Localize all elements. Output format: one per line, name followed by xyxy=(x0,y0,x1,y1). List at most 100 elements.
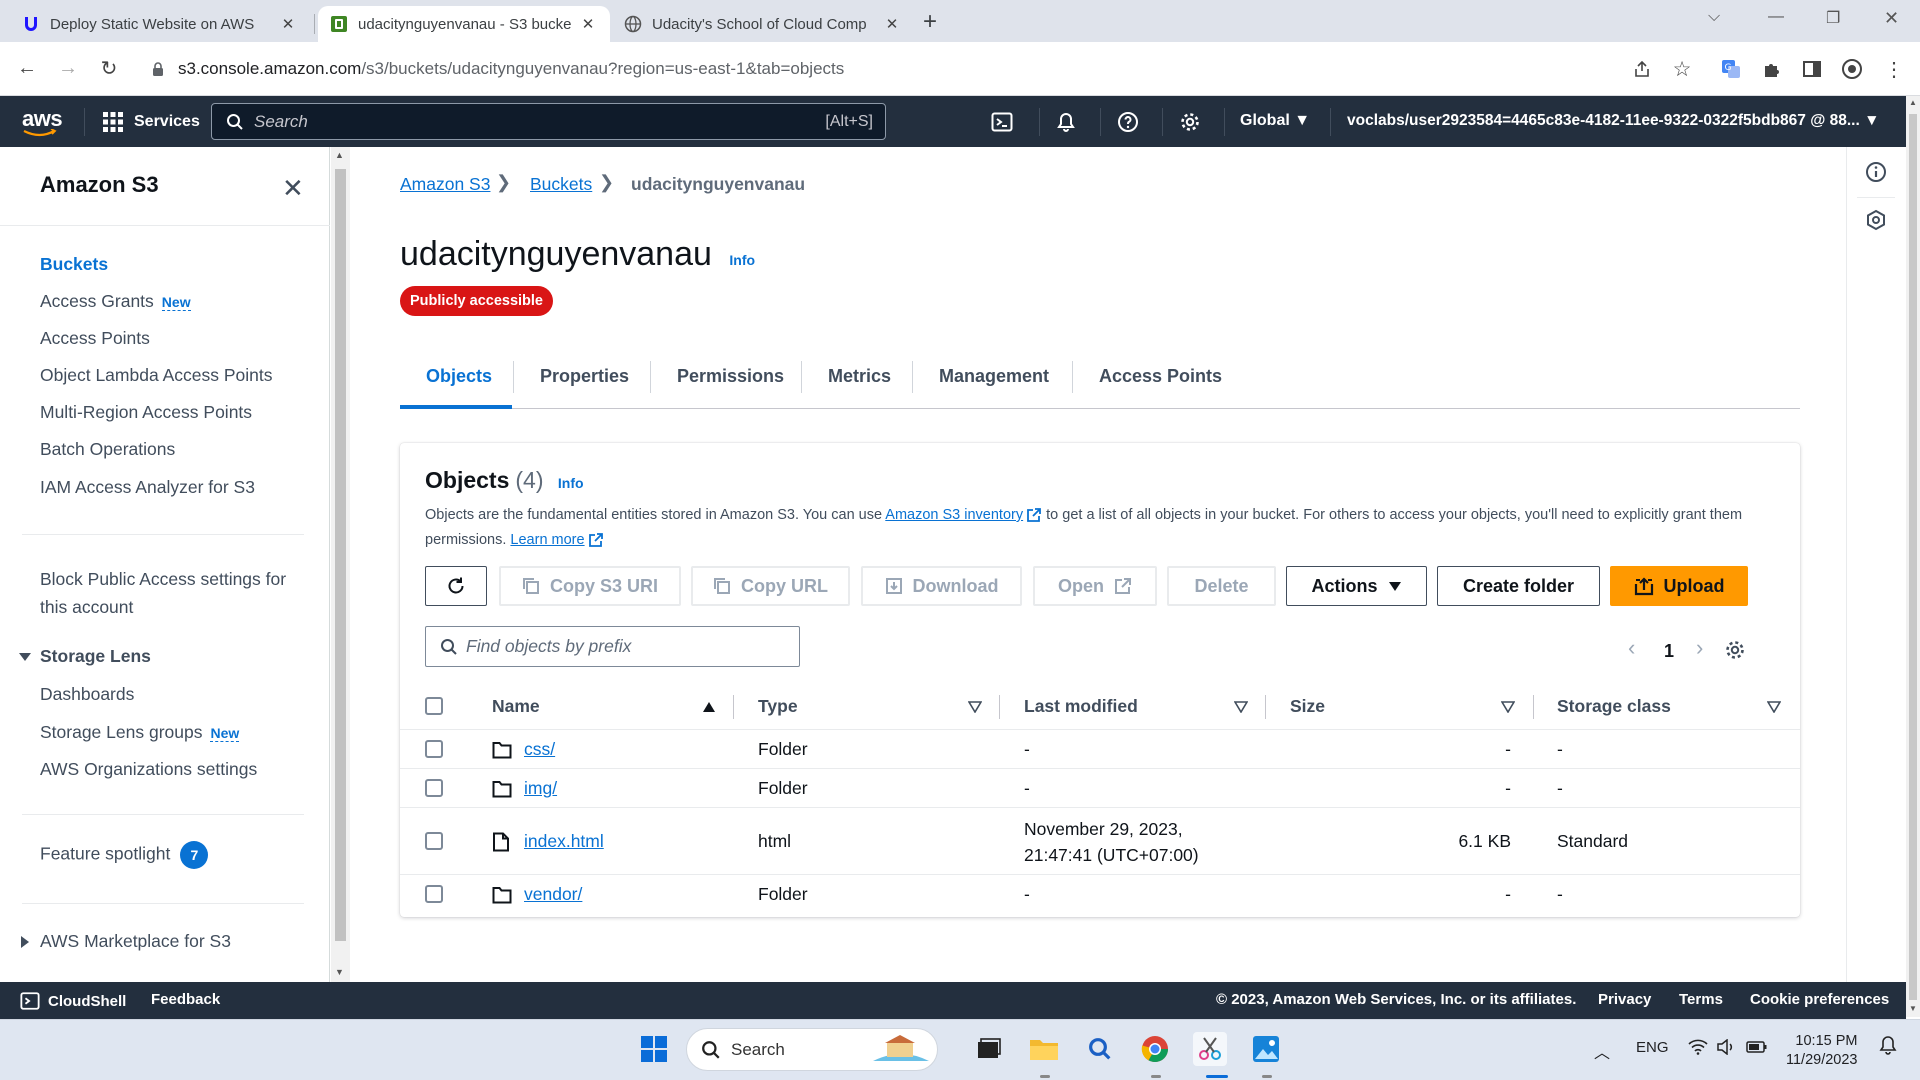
learn-more-link[interactable]: Learn more xyxy=(510,532,584,548)
aws-search-input[interactable]: Search [Alt+S] xyxy=(211,103,886,140)
notifications-icon[interactable] xyxy=(1878,1034,1898,1056)
table-row[interactable]: css/ Folder - - - xyxy=(400,729,1800,768)
restore-button[interactable]: ❐ xyxy=(1826,8,1840,28)
privacy-link[interactable]: Privacy xyxy=(1598,991,1651,1008)
table-row[interactable]: vendor/ Folder - - - xyxy=(400,874,1800,913)
column-header-storage-class[interactable]: Storage class xyxy=(1557,683,1671,729)
previous-page-icon[interactable]: ‹ xyxy=(1628,635,1635,661)
browser-menu-icon[interactable]: ⋮ xyxy=(1882,57,1906,81)
column-header-name[interactable]: Name xyxy=(492,683,540,729)
side-nav-scrollbar[interactable]: ▲ ▼ xyxy=(331,147,350,982)
column-header-last-modified[interactable]: Last modified xyxy=(1024,683,1138,729)
breadcrumb-buckets[interactable]: Buckets xyxy=(530,174,592,195)
terms-link[interactable]: Terms xyxy=(1679,991,1723,1008)
breadcrumb-amazon-s3[interactable]: Amazon S3 xyxy=(400,174,490,195)
sort-icon[interactable] xyxy=(1767,701,1781,713)
row-checkbox[interactable] xyxy=(425,832,443,850)
find-objects-input[interactable]: Find objects by prefix xyxy=(425,626,800,667)
file-explorer-icon[interactable] xyxy=(1027,1032,1061,1066)
tab-close-icon[interactable]: ✕ xyxy=(882,15,902,33)
system-clock[interactable]: 10:15 PM 11/29/2023 xyxy=(1786,1032,1858,1070)
actions-dropdown[interactable]: Actions xyxy=(1286,566,1427,606)
services-menu[interactable]: Services xyxy=(102,111,200,133)
language-indicator[interactable]: ENG xyxy=(1636,1039,1669,1056)
download-button[interactable]: Download xyxy=(861,566,1022,606)
forward-arrow-icon[interactable]: → xyxy=(56,56,80,80)
notifications-bell-icon[interactable] xyxy=(1054,110,1078,134)
sidebar-item-block-public-access[interactable]: Block Public Access settings for this acc… xyxy=(40,565,286,621)
help-icon[interactable] xyxy=(1116,110,1140,134)
browser-tab-1[interactable]: Deploy Static Website on AWS ✕ xyxy=(10,6,310,42)
aws-logo[interactable]: aws xyxy=(22,106,63,137)
copy-s3-uri-button[interactable]: Copy S3 URI xyxy=(499,566,681,606)
show-hidden-icons-chevron[interactable]: ︿ xyxy=(1594,1039,1610,1063)
region-selector[interactable]: Global ▼ xyxy=(1240,112,1310,130)
tab-close-icon[interactable]: ✕ xyxy=(578,15,598,33)
reload-icon[interactable]: ↻ xyxy=(97,56,121,80)
snipping-tool-icon[interactable] xyxy=(1193,1032,1227,1066)
create-folder-button[interactable]: Create folder xyxy=(1437,566,1600,606)
url-field[interactable]: s3.console.amazon.com/s3/buckets/udacity… xyxy=(138,50,1698,88)
sidebar-item-buckets[interactable]: Buckets xyxy=(40,254,108,275)
profile-icon[interactable] xyxy=(1840,57,1864,81)
page-scrollbar[interactable]: ▲ ▼ xyxy=(1906,96,1920,1017)
windows-start-icon[interactable] xyxy=(637,1032,671,1066)
taskbar-search-input[interactable]: Search xyxy=(686,1028,938,1071)
extensions-puzzle-icon[interactable] xyxy=(1760,57,1784,81)
close-side-nav-icon[interactable]: ✕ xyxy=(282,173,304,204)
sidebar-item-batch-operations[interactable]: Batch Operations xyxy=(40,439,175,460)
table-preferences-gear-icon[interactable] xyxy=(1724,639,1746,661)
open-button[interactable]: Open xyxy=(1033,566,1157,606)
browser-tab-2[interactable]: udacitynguyenvanau - S3 bucke ✕ xyxy=(318,6,610,42)
share-icon[interactable] xyxy=(1630,57,1654,81)
browser-tab-3[interactable]: Udacity's School of Cloud Comp ✕ xyxy=(612,6,914,42)
cloudshell-hex-icon[interactable] xyxy=(1865,209,1887,231)
tab-access-points[interactable]: Access Points xyxy=(1099,343,1222,409)
sidebar-item-access-points[interactable]: Access Points xyxy=(40,328,150,349)
object-name-link[interactable]: css/ xyxy=(524,739,555,760)
row-checkbox[interactable] xyxy=(425,779,443,797)
upload-button[interactable]: Upload xyxy=(1610,566,1748,606)
sidebar-item-aws-organizations-settings[interactable]: AWS Organizations settings xyxy=(40,759,257,780)
window-close-button[interactable]: ✕ xyxy=(1884,8,1899,29)
refresh-button[interactable] xyxy=(425,566,487,606)
object-name-link[interactable]: vendor/ xyxy=(524,884,582,905)
translate-extension-icon[interactable]: G xyxy=(1719,57,1743,81)
side-panel-icon[interactable] xyxy=(1800,57,1824,81)
column-header-size[interactable]: Size xyxy=(1290,683,1325,729)
copy-url-button[interactable]: Copy URL xyxy=(691,566,850,606)
sort-icon[interactable] xyxy=(1501,701,1515,713)
chrome-icon[interactable] xyxy=(1138,1032,1172,1066)
new-tab-button[interactable]: + xyxy=(923,8,937,36)
battery-icon[interactable] xyxy=(1746,1039,1768,1055)
row-checkbox[interactable] xyxy=(425,885,443,903)
cloudshell-footer-button[interactable]: CloudShell xyxy=(20,991,126,1011)
page-number[interactable]: 1 xyxy=(1664,641,1674,662)
task-view-icon[interactable] xyxy=(972,1032,1006,1066)
cookie-preferences-link[interactable]: Cookie preferences xyxy=(1750,991,1889,1008)
object-name-link[interactable]: index.html xyxy=(524,831,604,852)
sidebar-item-storage-lens-groups[interactable]: Storage Lens groups New xyxy=(40,722,240,743)
info-link[interactable]: Info xyxy=(558,475,584,491)
volume-icon[interactable] xyxy=(1716,1039,1736,1055)
sort-icon[interactable] xyxy=(1234,701,1248,713)
info-link[interactable]: Info xyxy=(729,252,755,268)
feedback-link[interactable]: Feedback xyxy=(151,991,220,1008)
sidebar-item-iam-access-analyzer[interactable]: IAM Access Analyzer for S3 xyxy=(40,477,255,498)
select-all-checkbox[interactable] xyxy=(425,697,443,715)
sidebar-item-access-grants[interactable]: Access Grants New xyxy=(40,291,191,312)
column-header-type[interactable]: Type xyxy=(758,683,798,729)
table-row[interactable]: index.html html November 29, 2023, 21:47… xyxy=(400,807,1800,874)
sort-icon[interactable] xyxy=(968,701,982,713)
tab-close-icon[interactable]: ✕ xyxy=(278,15,298,33)
table-row[interactable]: img/ Folder - - - xyxy=(400,768,1800,807)
sidebar-item-feature-spotlight[interactable]: Feature spotlight 7 xyxy=(40,841,209,869)
search-app-icon[interactable] xyxy=(1083,1032,1117,1066)
cloudshell-icon[interactable] xyxy=(990,110,1014,134)
delete-button[interactable]: Delete xyxy=(1167,566,1276,606)
tab-properties[interactable]: Properties xyxy=(540,343,629,409)
tab-search-chevron-icon[interactable]: ⌵ xyxy=(1708,8,1720,26)
photos-icon[interactable] xyxy=(1249,1032,1283,1066)
next-page-icon[interactable]: › xyxy=(1696,635,1703,661)
sort-ascending-icon[interactable] xyxy=(702,701,716,713)
